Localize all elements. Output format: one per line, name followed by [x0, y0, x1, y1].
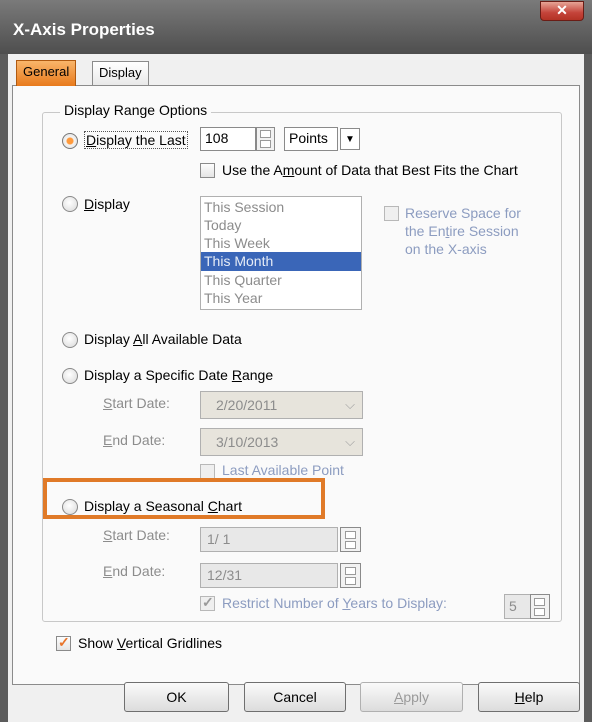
seasonal-end-label: End Date:: [103, 563, 166, 579]
tab-display[interactable]: Display: [92, 61, 149, 85]
unit-dropdown-arrow-icon[interactable]: ▼: [340, 128, 360, 150]
best-fit-label: Use the Amount of Data that Best Fits th…: [222, 162, 518, 178]
seasonal-start-input[interactable]: 1/ 1: [200, 527, 338, 552]
display-last-count-spinner[interactable]: [256, 127, 275, 151]
display-last-label[interactable]: Display the Last: [84, 131, 188, 149]
restrict-years-checkbox[interactable]: [200, 594, 215, 611]
radio-display-last[interactable]: [62, 133, 78, 149]
period-option[interactable]: This Session: [201, 198, 361, 217]
last-point-checkbox[interactable]: [200, 464, 215, 479]
ok-button[interactable]: OK: [124, 682, 229, 712]
display-period-label: Display: [84, 196, 130, 212]
reserve-space-checkbox[interactable]: [384, 206, 399, 221]
close-button[interactable]: ✕: [540, 1, 584, 21]
gridlines-label: Show Vertical Gridlines: [78, 635, 222, 651]
unit-select[interactable]: Points: [284, 127, 338, 151]
apply-button[interactable]: Apply: [360, 682, 463, 712]
display-last-count-input[interactable]: 108: [200, 127, 256, 151]
radio-seasonal[interactable]: [62, 499, 78, 515]
period-option[interactable]: Today: [201, 216, 361, 235]
period-option[interactable]: This Year: [201, 289, 361, 308]
range-start-dropdown-icon[interactable]: ⌵: [338, 392, 362, 418]
best-fit-checkbox[interactable]: [200, 163, 215, 178]
seasonal-end-input[interactable]: 12/31: [200, 563, 338, 588]
seasonal-start-spinner[interactable]: [340, 527, 361, 552]
period-option[interactable]: This Week: [201, 234, 361, 253]
tab-general[interactable]: General: [16, 60, 77, 86]
seasonal-start-label: Start Date:: [103, 527, 170, 543]
date-range-label: Display a Specific Date Range: [84, 367, 274, 383]
last-point-label: Last Available Point: [222, 462, 344, 478]
period-option-selected[interactable]: This Month: [201, 252, 361, 271]
window-title: X-Axis Properties: [13, 20, 155, 39]
seasonal-label: Display a Seasonal Chart: [84, 498, 242, 514]
seasonal-end-spinner[interactable]: [340, 563, 361, 588]
period-option[interactable]: This Quarter: [201, 271, 361, 290]
cancel-button[interactable]: Cancel: [244, 682, 346, 712]
period-listbox[interactable]: This Session Today This Week This Month …: [200, 196, 362, 310]
all-data-label: Display All Available Data: [84, 331, 242, 347]
range-end-dropdown-icon[interactable]: ⌵: [338, 429, 362, 455]
reserve-space-label: Reserve Space for the Entire Session on …: [405, 205, 521, 257]
restrict-years-label: Restrict Number of Years to Display:: [222, 595, 447, 611]
help-button[interactable]: Help: [478, 682, 580, 712]
years-spinner[interactable]: [530, 594, 550, 619]
range-start-label: Start Date:: [103, 395, 170, 411]
years-input[interactable]: 5: [504, 594, 532, 619]
reserve-space-line2: the Entire Session: [405, 223, 519, 239]
radio-display-period[interactable]: [62, 196, 78, 212]
radio-date-range[interactable]: [62, 368, 78, 384]
group-label: Display Range Options: [60, 102, 212, 118]
radio-all-data[interactable]: [62, 332, 78, 348]
gridlines-checkbox[interactable]: [56, 634, 71, 651]
range-end-label: End Date:: [103, 432, 166, 448]
